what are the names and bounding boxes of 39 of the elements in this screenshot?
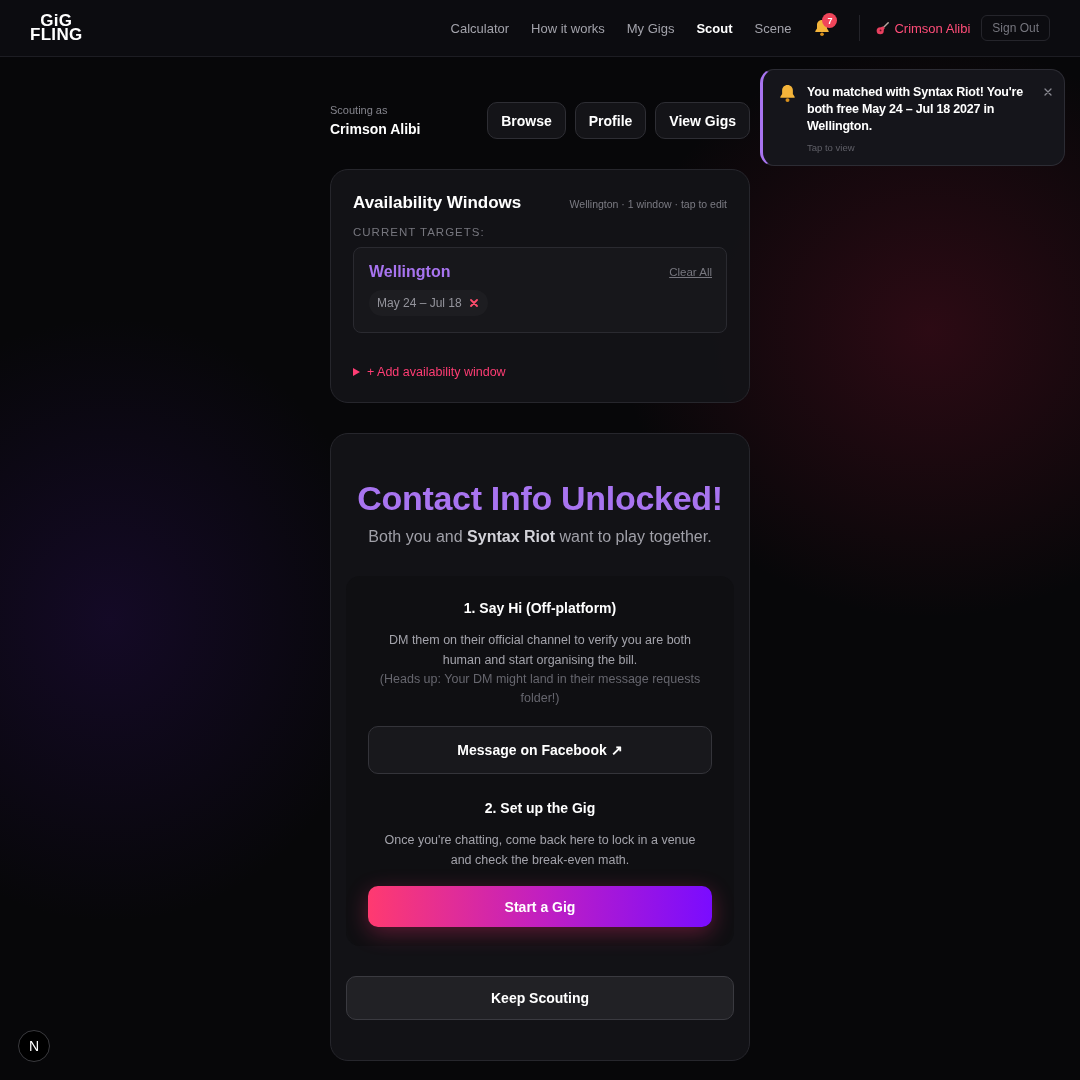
match-toast[interactable]: You matched with Syntax Riot! You're both free May 24 – Jul 18 2027 in Wellington. Tap to view [760, 69, 1065, 166]
section-label: CURRENT TARGETS: [353, 226, 486, 238]
city-name: Wellington [369, 263, 451, 281]
close-icon[interactable] [1044, 88, 1052, 96]
guitar-icon [876, 21, 890, 35]
card-meta: Wellington · 1 window · tap to edit [569, 198, 727, 210]
nav-link[interactable]: My Gigs [626, 20, 675, 36]
step-text: Once you're chatting, come back here to lock in a venue and check the break-even math. [383, 832, 697, 869]
unlocked-title: Contact Info Unlocked! [357, 478, 723, 519]
card-title: Availability Windows [353, 193, 522, 213]
start-gig-button[interactable]: Start a Gig [368, 886, 712, 927]
nav-link[interactable]: Calculator [450, 20, 510, 36]
add-window-link[interactable]: + Add availability window [353, 365, 506, 379]
nav-link[interactable]: Scene [754, 20, 792, 36]
notification-badge: 7 [822, 13, 838, 28]
nav-button[interactable]: Profile [574, 102, 647, 139]
step-note: (Heads up: Your DM might land in their message requests folder!) [378, 671, 702, 707]
message-button[interactable]: Message on Facebook ↗ [368, 726, 712, 774]
nav-link[interactable]: Scout [696, 20, 733, 36]
nav-button[interactable]: View Gigs [655, 102, 750, 139]
nav-link[interactable]: How it works [531, 20, 605, 36]
clear-all-link[interactable]: Clear All [669, 266, 712, 278]
scouting-name: Crimson Alibi [330, 121, 421, 137]
step-text: DM them on their official channel to verify you are both human and start organising the bill. [388, 632, 692, 669]
user-link[interactable]: Crimson Alibi [876, 20, 971, 36]
scouting-label: Scouting as [330, 104, 389, 116]
step-title: 2. Set up the Gig [484, 800, 596, 816]
remove-icon[interactable] [469, 299, 478, 307]
nav-button[interactable]: Browse [487, 102, 566, 139]
dev-badge[interactable]: N [18, 1030, 50, 1062]
toast-message: You matched with Syntax Riot! You're both free May 24 – Jul 18 2027 in Wellington. [807, 84, 1024, 135]
date-range: May 24 – Jul 18 [377, 296, 462, 310]
keep-scouting-button[interactable]: Keep Scouting [346, 976, 734, 1020]
step-title: 1. Say Hi (Off-platform) [463, 600, 617, 616]
toast-hint: Tap to view [807, 142, 856, 153]
bell-icon [780, 85, 795, 102]
unlocked-subtitle: Both you and Syntax Riot want to play together. [368, 528, 712, 546]
logo[interactable]: GiG FLING [30, 14, 83, 42]
sign-out-button[interactable]: Sign Out [981, 15, 1050, 41]
